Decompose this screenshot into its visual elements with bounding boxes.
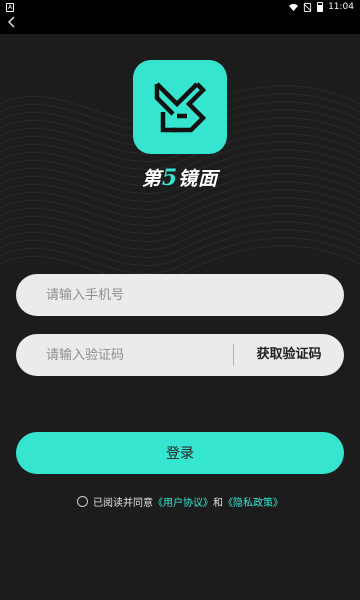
verification-code-input[interactable] — [16, 334, 233, 376]
logo-mark-icon — [154, 82, 207, 133]
logo-text-prefix: 第 — [141, 168, 162, 190]
phone-input[interactable] — [16, 274, 344, 316]
agreement-row: 已阅读并同意 《用户协议》 和 《隐私政策》 — [0, 494, 360, 509]
status-bar: A 11:04 — [0, 0, 360, 14]
agreement-and: 和 — [213, 498, 223, 509]
login-button[interactable]: 登录 — [16, 432, 344, 474]
phone-field — [16, 274, 344, 316]
code-field: 获取验证码 — [16, 334, 344, 376]
logo-text-suffix: 镜面 — [178, 168, 219, 190]
agreement-checkbox[interactable] — [77, 496, 88, 507]
status-right: 11:04 — [289, 2, 354, 12]
no-sim-icon — [303, 2, 312, 12]
privacy-policy-link[interactable]: 《隐私政策》 — [223, 494, 283, 509]
status-time: 11:04 — [328, 2, 354, 12]
app-logo — [133, 60, 227, 154]
chevron-left-icon — [7, 16, 15, 28]
user-agreement-link[interactable]: 《用户协议》 — [153, 494, 213, 509]
wifi-icon — [289, 3, 299, 11]
back-button[interactable] — [4, 16, 20, 32]
get-code-button[interactable]: 获取验证码 — [234, 334, 344, 376]
battery-icon — [317, 2, 324, 12]
logo-wordmark: 第5镜面 — [120, 164, 240, 191]
logo-text-number: 5 — [161, 165, 179, 191]
agreement-prefix: 已阅读并同意 — [93, 498, 153, 509]
status-left: A — [6, 2, 14, 12]
notification-icon: A — [6, 2, 14, 12]
top-bar — [0, 14, 360, 34]
